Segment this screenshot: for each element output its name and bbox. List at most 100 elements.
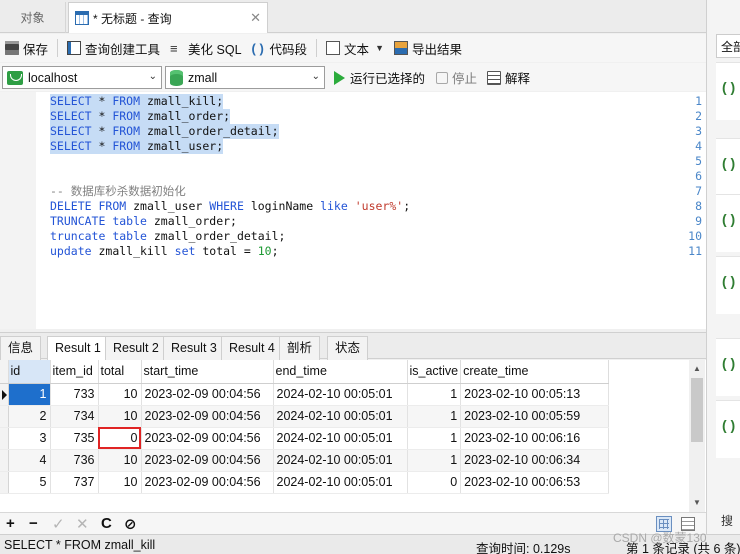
column-header-id[interactable]: id	[8, 360, 51, 384]
row-selector[interactable]	[0, 471, 9, 494]
filter-all-button[interactable]: 全部	[716, 34, 740, 58]
scroll-up-icon[interactable]: ▲	[693, 364, 701, 373]
cell-is-active[interactable]: 1	[407, 449, 462, 472]
scrollbar-thumb[interactable]	[691, 378, 703, 442]
cell-item-id[interactable]: 734	[50, 405, 99, 428]
toolbar-divider	[57, 39, 59, 57]
cell-id[interactable]: 2	[8, 405, 51, 428]
row-selector[interactable]	[0, 405, 9, 428]
tab-result-4[interactable]: Result 4	[221, 336, 283, 360]
play-icon	[334, 70, 345, 85]
cell-create-time[interactable]: 2023-02-10 00:06:34	[460, 449, 610, 472]
column-header-end-time[interactable]: end_time	[273, 360, 408, 384]
cell-is-active[interactable]: 0	[407, 471, 462, 494]
table-row[interactable]: 2 734 10 2023-02-09 00:04:56 2024-02-10 00:0…	[0, 405, 610, 428]
cell-end-time[interactable]: 2024-02-10 00:05:01	[273, 471, 408, 494]
snippet-item[interactable]: ( )	[716, 256, 740, 314]
search-field[interactable]: 搜	[721, 512, 733, 529]
scroll-down-icon[interactable]: ▼	[693, 498, 701, 507]
tab-info[interactable]: 信息	[0, 336, 42, 360]
column-header-start-time[interactable]: start_time	[141, 360, 274, 384]
tab-query[interactable]: * 无标题 - 查询 ✕	[68, 2, 268, 33]
text-button[interactable]: 文本 ▼	[321, 36, 389, 60]
snippet-item[interactable]: ( )	[716, 338, 740, 396]
table-row[interactable]: 1 733 10 2023-02-09 00:04:56 2024-02-10 00:0…	[0, 383, 610, 406]
cell-end-time[interactable]: 2024-02-10 00:05:01	[273, 427, 408, 450]
snippet-item[interactable]: ( )	[716, 400, 740, 458]
column-header-is-active[interactable]: is_active	[407, 360, 462, 384]
close-tab-icon[interactable]: ✕	[250, 10, 261, 26]
cell-total[interactable]: 10	[98, 405, 142, 428]
column-header-create-time[interactable]: create_time	[460, 360, 610, 384]
cell-end-time[interactable]: 2024-02-10 00:05:01	[273, 383, 408, 406]
save-button[interactable]: 保存	[0, 36, 53, 60]
row-selector[interactable]	[0, 383, 9, 406]
table-row[interactable]: 5 737 10 2023-02-09 00:04:56 2024-02-10 00:0…	[0, 471, 610, 494]
table-header-row: id item_id total start_time end_time is_…	[0, 360, 610, 384]
row-selector[interactable]	[0, 449, 9, 472]
cell-total[interactable]: 10	[98, 449, 142, 472]
cell-start-time[interactable]: 2023-02-09 00:04:56	[141, 427, 274, 450]
sql-editor[interactable]: 1 2 3 4 5 6 7 8 9 10 11 SELECT * FROM zm…	[0, 92, 706, 329]
column-header-item-id[interactable]: item_id	[50, 360, 99, 384]
tab-result-3[interactable]: Result 3	[163, 336, 225, 360]
database-select[interactable]: zmall ⌄	[165, 66, 325, 89]
cell-total[interactable]: 10	[98, 471, 142, 494]
discard-changes-button[interactable]: ✕	[76, 515, 89, 533]
add-record-button[interactable]: +	[6, 515, 15, 532]
tab-profile[interactable]: 剖析	[279, 336, 321, 360]
stop-button[interactable]: 停止	[436, 68, 477, 87]
cell-total[interactable]: 10	[98, 383, 142, 406]
cell-is-active[interactable]: 1	[407, 405, 462, 428]
query-builder-button[interactable]: 查询创建工具	[62, 36, 165, 60]
tab-result-2[interactable]: Result 2	[105, 336, 167, 360]
line-number: 4	[695, 139, 702, 153]
cell-id[interactable]: 4	[8, 449, 51, 472]
cell-id[interactable]: 5	[8, 471, 51, 494]
cell-id[interactable]: 1	[8, 383, 51, 406]
cell-create-time[interactable]: 2023-02-10 00:05:59	[460, 405, 610, 428]
code-snippet-button[interactable]: ( ) 代码段	[247, 36, 313, 60]
delete-record-button[interactable]: −	[29, 515, 38, 532]
explain-button[interactable]: 解释	[487, 68, 530, 87]
cell-total[interactable]: 0	[98, 427, 142, 450]
snippet-item[interactable]: ( )	[716, 138, 740, 196]
cell-item-id[interactable]: 736	[50, 449, 99, 472]
refresh-button[interactable]: C	[101, 515, 112, 532]
cell-start-time[interactable]: 2023-02-09 00:04:56	[141, 383, 274, 406]
cell-start-time[interactable]: 2023-02-09 00:04:56	[141, 449, 274, 472]
snippet-item[interactable]: ( )	[716, 62, 740, 120]
connection-select[interactable]: localhost ⌄	[2, 66, 162, 89]
snippet-item[interactable]: ( )	[716, 194, 740, 252]
tab-query-label: * 无标题 - 查询	[93, 11, 172, 26]
row-selector[interactable]	[0, 427, 9, 450]
table-row[interactable]: 4 736 10 2023-02-09 00:04:56 2024-02-10 00:0…	[0, 449, 610, 472]
cell-start-time[interactable]: 2023-02-09 00:04:56	[141, 471, 274, 494]
cell-item-id[interactable]: 737	[50, 471, 99, 494]
line-number: 2	[695, 109, 702, 123]
vertical-scrollbar[interactable]: ▲ ▼	[689, 360, 705, 512]
code-snippet-label: 代码段	[269, 42, 308, 57]
beautify-sql-button[interactable]: ≡ 美化 SQL	[165, 36, 247, 60]
stop-query-button[interactable]: ⊘	[124, 515, 137, 533]
cell-end-time[interactable]: 2024-02-10 00:05:01	[273, 449, 408, 472]
run-selected-button[interactable]: 运行已选择的	[334, 68, 425, 87]
cell-start-time[interactable]: 2023-02-09 00:04:56	[141, 405, 274, 428]
cell-is-active[interactable]: 1	[407, 383, 462, 406]
cell-id[interactable]: 3	[8, 427, 51, 450]
column-header-total[interactable]: total	[98, 360, 142, 384]
tab-objects[interactable]: 对象	[0, 2, 66, 33]
cell-create-time[interactable]: 2023-02-10 00:06:16	[460, 427, 610, 450]
cell-end-time[interactable]: 2024-02-10 00:05:01	[273, 405, 408, 428]
table-row[interactable]: 3 735 0 2023-02-09 00:04:56 2024-02-10 00:05…	[0, 427, 610, 450]
cell-item-id[interactable]: 735	[50, 427, 99, 450]
right-panel: 全部 ( ) ( ) ( ) ( ) ( ) ( ) 搜	[706, 0, 740, 554]
apply-changes-button[interactable]: ✓	[52, 515, 65, 533]
cell-create-time[interactable]: 2023-02-10 00:06:53	[460, 471, 610, 494]
cell-is-active[interactable]: 1	[407, 427, 462, 450]
cell-create-time[interactable]: 2023-02-10 00:05:13	[460, 383, 610, 406]
cell-item-id[interactable]: 733	[50, 383, 99, 406]
export-results-button[interactable]: 导出结果	[389, 36, 467, 60]
tab-result-1[interactable]: Result 1	[47, 336, 109, 361]
tab-status[interactable]: 状态	[327, 336, 369, 360]
